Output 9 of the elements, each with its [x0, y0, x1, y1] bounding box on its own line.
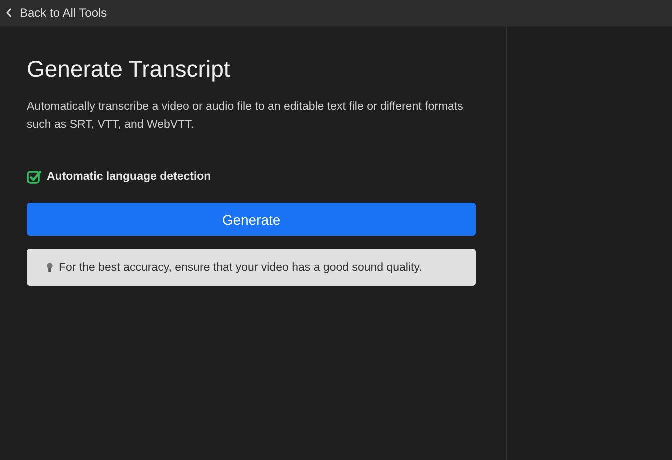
generate-button[interactable]: Generate [27, 203, 476, 236]
back-link[interactable]: Back to All Tools [6, 6, 108, 20]
checkbox[interactable] [27, 170, 42, 184]
tip-text: For the best accuracy, ensure that your video has a good sound quality. [59, 262, 422, 274]
chevron-left-icon [6, 8, 13, 18]
option-label: Automatic language detection [47, 171, 212, 183]
page-title: Generate Transcript [27, 56, 232, 83]
description: Automatically transcribe a video or audio file to an editable text file or different formats such as SRT, VTT, and WebVTT. [27, 100, 464, 133]
lightbulb-icon [47, 262, 53, 272]
